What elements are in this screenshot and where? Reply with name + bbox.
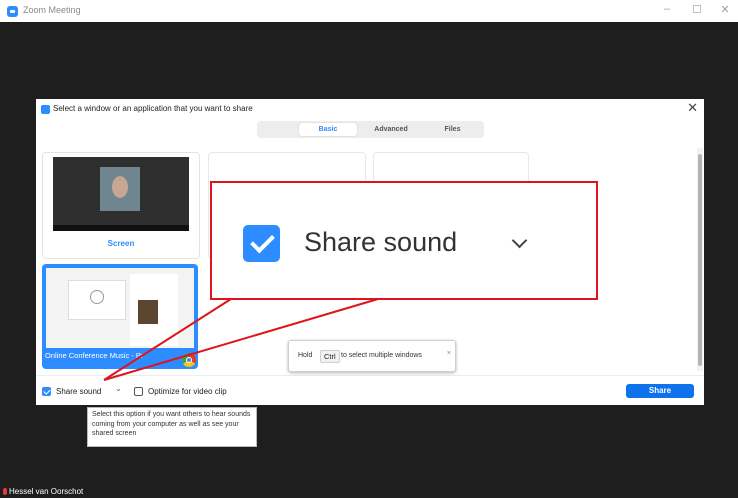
window-titlebar: Zoom Meeting – ☐ ✕ (0, 0, 738, 22)
window-preview (46, 268, 194, 348)
maximize-icon[interactable]: ☐ (690, 3, 704, 16)
divider (36, 375, 704, 376)
optimize-video-label[interactable]: Optimize for video clip (148, 387, 227, 396)
share-sound-tooltip: Select this option if you want others to… (87, 407, 257, 447)
multi-select-tooltip: Hold Ctrl to select multiple windows × (288, 340, 456, 372)
zoom-dialog-icon (41, 105, 50, 114)
share-item-label: Screen (107, 239, 135, 248)
chrome-icon (182, 353, 196, 367)
share-sound-label-zoomed: Share sound (304, 227, 458, 257)
dialog-title: Select a window or an application that y… (53, 104, 253, 113)
tab-basic[interactable]: Basic (299, 123, 357, 136)
tab-files[interactable]: Files (425, 123, 480, 136)
tooltip-text: Hold (298, 352, 313, 359)
share-button[interactable]: Share (626, 384, 694, 398)
chevron-down-icon (511, 232, 528, 249)
zoom-app-icon (7, 6, 18, 17)
webcam-person-image (100, 167, 140, 211)
dialog-close-icon[interactable]: ✕ (687, 100, 698, 116)
chevron-down-icon[interactable]: ⌄ (115, 384, 122, 393)
share-item-label: Online Conference Music - Pr (45, 351, 144, 360)
zoom-callout: Share sound (210, 181, 598, 300)
image-preview (138, 300, 158, 324)
share-item-screen[interactable]: Screen (42, 152, 200, 259)
tab-advanced[interactable]: Advanced (361, 123, 421, 136)
share-sound-checkbox-zoomed (243, 225, 280, 262)
muted-mic-icon (3, 488, 7, 495)
play-icon (90, 290, 104, 304)
scrollbar-thumb[interactable] (698, 154, 702, 366)
taskbar-preview (53, 225, 189, 231)
close-icon[interactable]: ✕ (718, 3, 732, 16)
participant-name: Hessel van Oorschot (9, 487, 84, 496)
screen-preview (53, 157, 189, 231)
optimize-video-checkbox[interactable] (134, 387, 143, 396)
share-sound-label[interactable]: Share sound (56, 387, 101, 396)
tooltip-close-icon[interactable]: × (447, 350, 451, 357)
share-item-browser-window[interactable]: Online Conference Music - Pr (42, 264, 198, 369)
minimize-icon[interactable]: – (660, 3, 674, 15)
tooltip-text: to select multiple windows (341, 352, 422, 359)
share-sound-checkbox[interactable] (42, 387, 51, 396)
ctrl-key: Ctrl (320, 350, 340, 363)
tooltip-text: Select this option if you want others to… (92, 411, 251, 437)
window-title: Zoom Meeting (23, 5, 81, 15)
share-tabs: Basic Advanced Files (257, 121, 484, 138)
